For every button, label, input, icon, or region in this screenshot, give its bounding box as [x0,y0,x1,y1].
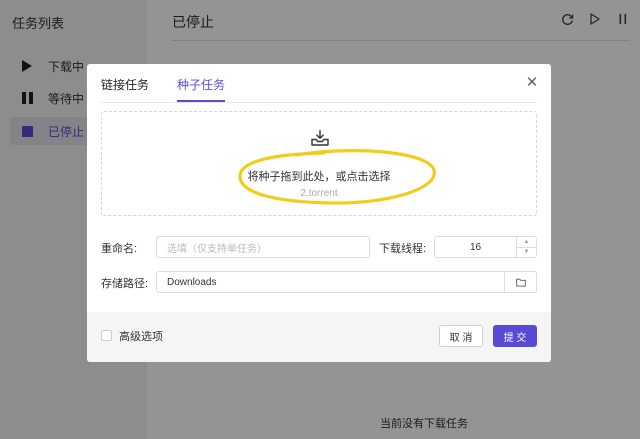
chevron-up-icon[interactable]: ▲ [517,237,536,247]
threads-stepper[interactable]: 16 ▲ ▼ [434,236,537,258]
chevron-down-icon[interactable]: ▼ [517,246,536,258]
advanced-options-checkbox[interactable] [101,330,112,341]
tab-link-task[interactable]: 链接任务 [101,64,149,102]
folder-icon[interactable] [504,272,536,292]
path-value: Downloads [167,276,217,288]
stepper-controls: ▲ ▼ [516,237,536,257]
tab-torrent-task[interactable]: 种子任务 [177,64,226,102]
add-task-dialog: 链接任务 种子任务 ✕ 将种子拖到此处，或点击选择 2.torrent 重命名:… [87,64,551,362]
advanced-options-label[interactable]: 高级选项 [119,328,163,344]
close-icon[interactable]: ✕ [525,75,539,90]
threads-value: 16 [469,241,482,253]
inbox-download-icon [311,130,329,146]
rename-input[interactable]: 选填（仅支持单任务） [156,236,370,258]
dialog-footer: 高级选项 取 消 提 交 [87,312,551,362]
submit-button[interactable]: 提 交 [493,325,537,347]
tab-divider [101,102,537,103]
rename-label: 重命名: [101,243,138,255]
torrent-drop-zone[interactable]: 将种子拖到此处，或点击选择 2.torrent [101,111,537,216]
path-input[interactable]: Downloads [156,271,537,293]
dialog-tabs: 链接任务 种子任务 [101,64,226,102]
cancel-button[interactable]: 取 消 [439,325,483,347]
threads-label: 下载线程: [379,243,427,255]
path-label: 存储路径: [101,278,149,290]
highlight-annotation [238,149,436,205]
